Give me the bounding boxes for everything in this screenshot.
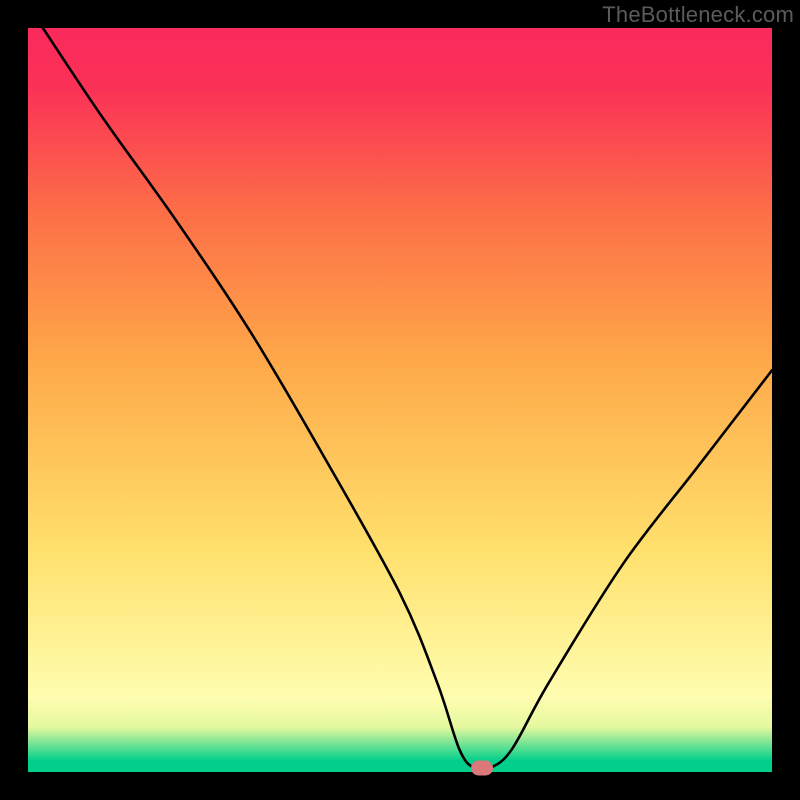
plot-area (28, 28, 772, 772)
bottleneck-curve (43, 28, 772, 771)
optimal-marker (471, 761, 493, 776)
chart-frame: TheBottleneck.com (0, 0, 800, 800)
curve-svg (28, 28, 772, 772)
watermark-label: TheBottleneck.com (602, 2, 794, 28)
